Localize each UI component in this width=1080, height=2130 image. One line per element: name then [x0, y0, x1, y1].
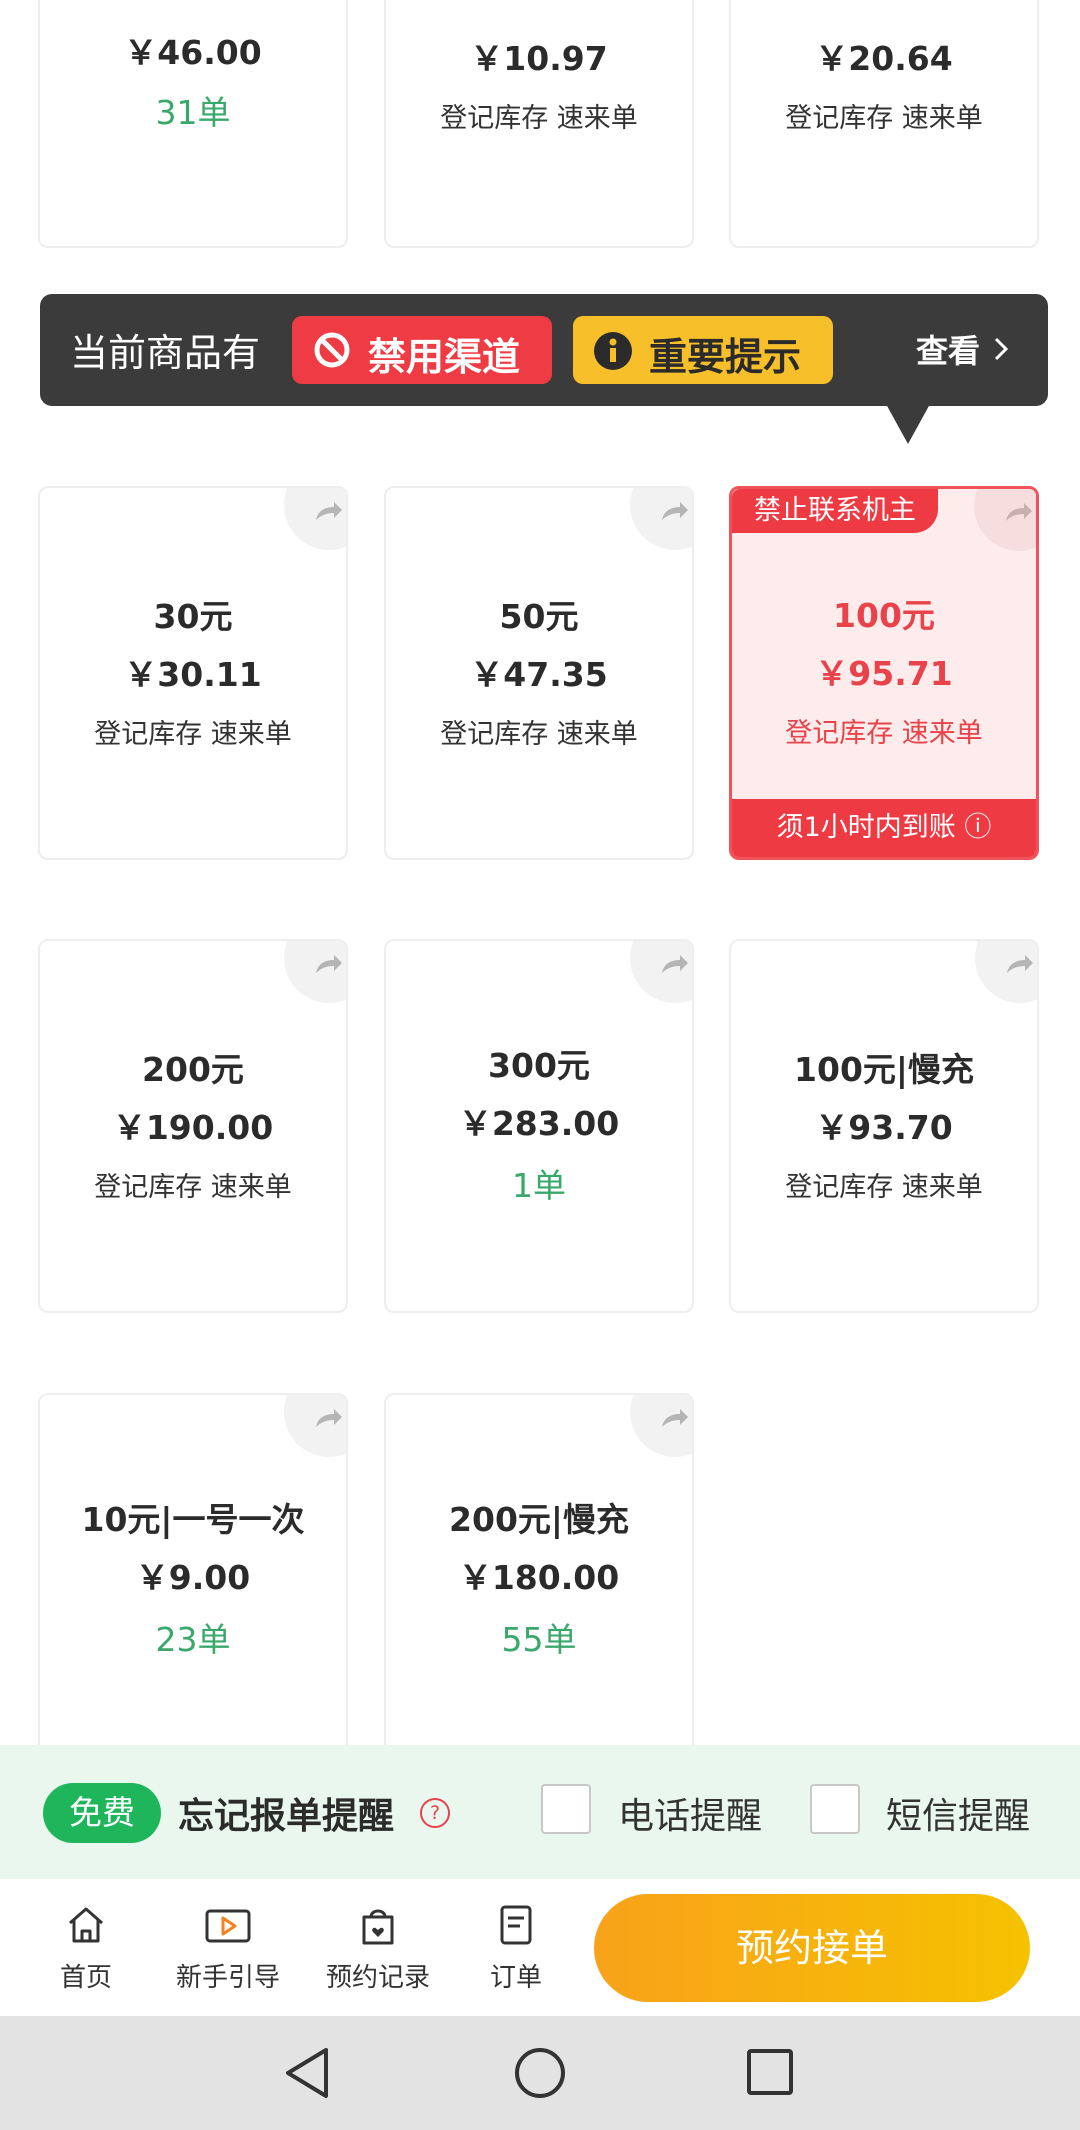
tab-label: 新手引导: [175, 1963, 280, 1993]
share-icon[interactable]: [284, 941, 346, 1003]
banner-pointer: [886, 404, 930, 444]
product-title: 30元: [153, 597, 233, 636]
share-icon[interactable]: [284, 488, 346, 550]
tab-orders[interactable]: 订单: [476, 1903, 556, 1994]
product-stock-note: 登记库存 速来单: [785, 718, 983, 749]
product-price: ￥95.71: [815, 654, 953, 693]
info-icon: [593, 331, 633, 375]
product-card-partial-1[interactable]: ￥46.00 31单: [38, 0, 348, 248]
help-icon[interactable]: ?: [420, 1798, 450, 1828]
share-icon[interactable]: [630, 941, 692, 1003]
notice-banner[interactable]: 当前商品有 禁用渠道 重要提示 查看: [40, 294, 1048, 406]
product-price: ￥46.00: [124, 33, 262, 72]
product-price: ￥180.00: [458, 1558, 620, 1597]
product-title: 200元: [142, 1050, 244, 1089]
share-icon[interactable]: [630, 488, 692, 550]
product-card-selected[interactable]: 禁止联系机主 100元 ￥95.71 登记库存 速来单 须1小时内到账 ⓘ: [729, 486, 1039, 860]
product-orders: 1单: [512, 1166, 566, 1205]
chevron-right-icon: [991, 334, 1011, 372]
back-icon[interactable]: [282, 2046, 332, 2104]
share-icon[interactable]: [974, 489, 1036, 551]
order-list-icon: [494, 1905, 538, 1951]
product-stock-note: 登记库存 速来单: [440, 103, 638, 134]
product-title: 300元: [488, 1046, 590, 1085]
tab-home[interactable]: 首页: [46, 1903, 126, 1994]
product-price: ￥30.11: [124, 655, 262, 694]
product-stock-note: 登记库存 速来单: [785, 103, 983, 134]
share-icon[interactable]: [975, 941, 1037, 1003]
product-card-partial-3[interactable]: ￥20.64 登记库存 速来单: [729, 0, 1039, 248]
product-card[interactable]: 200元 ￥190.00 登记库存 速来单: [38, 939, 348, 1313]
tab-label: 预约记录: [325, 1963, 430, 1993]
phone-reminder-label[interactable]: 电话提醒: [618, 1787, 762, 1839]
product-title: 100元: [833, 596, 935, 635]
arrival-time-tag[interactable]: 须1小时内到账 ⓘ: [732, 799, 1036, 857]
product-price: ￥20.64: [815, 39, 953, 78]
product-price: ￥93.70: [815, 1108, 953, 1147]
recents-square-icon[interactable]: [746, 2048, 794, 2100]
product-card[interactable]: 300元 ￥283.00 1单: [384, 939, 694, 1313]
product-card[interactable]: 100元|慢充 ￥93.70 登记库存 速来单: [729, 939, 1039, 1313]
banned-channel-label: 禁用渠道: [368, 335, 521, 379]
product-orders: 23单: [155, 1620, 231, 1659]
book-order-label: 预约接单: [735, 1926, 888, 1970]
tab-label: 首页: [59, 1963, 112, 1993]
product-title: 50元: [499, 597, 579, 636]
product-title: 10元|一号一次: [81, 1500, 305, 1539]
product-card[interactable]: 10元|一号一次 ￥9.00 23单: [38, 1393, 348, 1767]
tab-booking-records[interactable]: 预约记录: [318, 1903, 438, 1994]
view-link[interactable]: 查看: [916, 326, 1011, 372]
bottom-tab-bar: 首页 新手引导 预约记录 订单 预约接单: [0, 1879, 1080, 2016]
sms-reminder-checkbox[interactable]: [810, 1784, 860, 1834]
bag-heart-icon: [356, 1909, 400, 1951]
tab-label: 订单: [489, 1963, 542, 1993]
video-play-icon: [204, 1909, 252, 1951]
product-orders: 55单: [501, 1620, 577, 1659]
product-price: ￥190.00: [112, 1108, 274, 1147]
tab-beginner-guide[interactable]: 新手引导: [168, 1903, 288, 1994]
no-contact-owner-tag: 禁止联系机主: [732, 489, 938, 533]
ban-icon: [312, 330, 352, 374]
home-circle-icon[interactable]: [513, 2046, 567, 2104]
product-title: 100元|慢充: [794, 1050, 974, 1089]
important-tip-label: 重要提示: [649, 335, 802, 379]
product-price: ￥283.00: [458, 1104, 620, 1143]
view-label: 查看: [916, 332, 981, 370]
share-icon[interactable]: [284, 1395, 346, 1457]
important-tip-badge[interactable]: 重要提示: [573, 316, 833, 384]
banner-prefix: 当前商品有: [70, 331, 261, 375]
product-card[interactable]: 30元 ￥30.11 登记库存 速来单: [38, 486, 348, 860]
product-price: ￥47.35: [470, 655, 608, 694]
home-icon: [64, 1907, 108, 1951]
product-stock-note: 登记库存 速来单: [785, 1172, 983, 1203]
product-title: 200元|慢充: [449, 1500, 629, 1539]
share-icon[interactable]: [630, 1395, 692, 1457]
book-order-button[interactable]: 预约接单: [594, 1894, 1030, 2002]
product-card-partial-2[interactable]: ￥10.97 登记库存 速来单: [384, 0, 694, 248]
phone-reminder-checkbox[interactable]: [541, 1784, 591, 1834]
product-stock-note: 登记库存 速来单: [94, 1172, 292, 1203]
product-stock-note: 登记库存 速来单: [440, 719, 638, 750]
sms-reminder-label[interactable]: 短信提醒: [886, 1787, 1030, 1839]
product-card[interactable]: 50元 ￥47.35 登记库存 速来单: [384, 486, 694, 860]
system-navigation-bar: [0, 2016, 1080, 2130]
free-badge: 免费: [43, 1783, 161, 1843]
product-price: ￥10.97: [470, 39, 608, 78]
reminder-title: 忘记报单提醒: [178, 1796, 395, 1837]
product-orders: 31单: [155, 93, 231, 132]
product-stock-note: 登记库存 速来单: [94, 719, 292, 750]
report-reminder-bar: 免费 忘记报单提醒 ? 电话提醒 短信提醒: [0, 1745, 1080, 1879]
banned-channel-badge[interactable]: 禁用渠道: [292, 316, 552, 384]
product-card[interactable]: 200元|慢充 ￥180.00 55单: [384, 1393, 694, 1767]
product-price: ￥9.00: [135, 1558, 251, 1597]
